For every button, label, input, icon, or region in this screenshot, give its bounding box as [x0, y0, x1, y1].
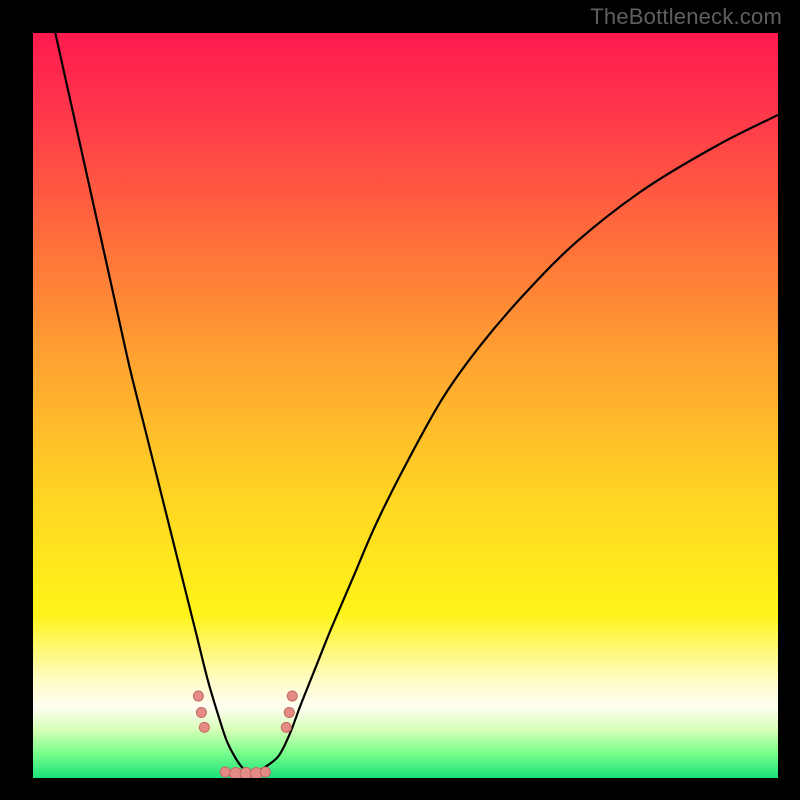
- marker-dot: [281, 722, 291, 732]
- marker-dot: [196, 707, 206, 717]
- watermark-text: TheBottleneck.com: [590, 4, 782, 30]
- plot-area: [33, 33, 778, 778]
- marker-dot: [287, 691, 297, 701]
- marker-dot: [284, 707, 294, 717]
- chart-frame: TheBottleneck.com: [0, 0, 800, 800]
- marker-dot: [199, 722, 209, 732]
- bottleneck-curve: [55, 33, 778, 773]
- marker-dot: [193, 691, 203, 701]
- curve-layer: [33, 33, 778, 778]
- marker-dot: [260, 767, 270, 777]
- curve-markers: [193, 691, 297, 778]
- marker-dot: [220, 767, 230, 777]
